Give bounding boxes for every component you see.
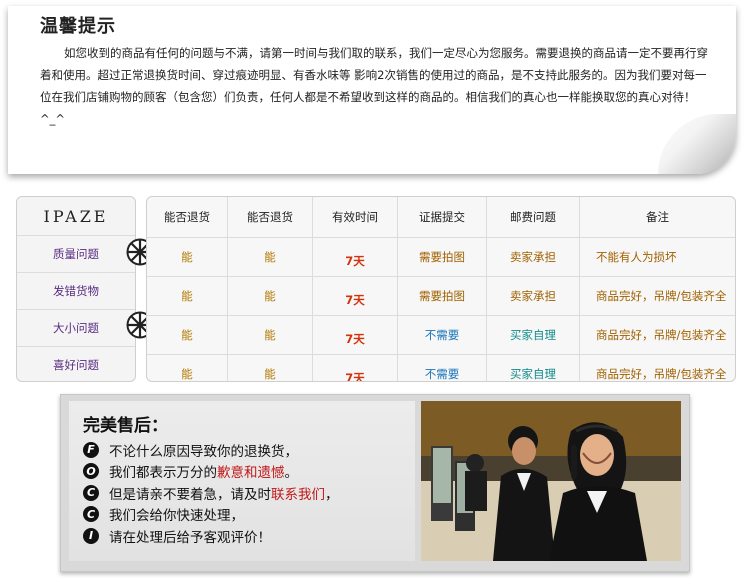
table-cell: 不需要 [397,315,487,355]
contact-us-link[interactable]: 联系我们 [271,483,325,503]
table-header-row: 能否退货 能否退货 有效时间 证据提交 邮费问题 备注 [147,197,735,238]
table-cell: 不能有人为损坏 [579,237,735,277]
table-cell: 卖家承担 [486,237,580,277]
list-item: I 请在处理后给予客观评价！ [83,525,339,547]
table-cell: 不需要 [397,354,487,381]
column-header: 能否退货 [227,197,313,238]
table-row: 能 能 7天 不需要 买家自理 商品完好，吊牌/包装齐全 [147,354,735,382]
after-sales-banner: 完美售后： F 不论什么原因导致你的退换货， O 我们都表示万分的 歉意和遗憾 … [60,394,690,572]
list-item-text: 不论什么原因导致你的退换货， [109,443,298,460]
table-cell: 买家自理 [486,315,580,355]
after-sales-list: F 不论什么原因导致你的退换货， O 我们都表示万分的 歉意和遗憾 。 C 但是… [83,439,339,547]
customer-service-photo [421,401,681,561]
list-item: O 我们都表示万分的 歉意和遗憾 。 [83,461,339,483]
list-item: C 但是请亲不要着急，请及时 联系我们 ， [83,482,339,504]
valid-period: 7天 [345,254,365,268]
list-item: F 不论什么原因导致你的退换货， [83,439,339,461]
column-header: 邮费问题 [486,197,580,238]
after-sales-text-panel: 完美售后： F 不论什么原因导致你的退换货， O 我们都表示万分的 歉意和遗憾 … [69,401,415,561]
valid-period: 7天 [345,293,365,307]
table-cell: 能 [147,354,228,381]
table-cell: 能 [227,276,313,316]
table-row: 能 能 7天 需要拍图 卖家承担 不能有人为损坏 [147,237,735,277]
table-cell: 能 [147,237,228,277]
table-cell: 商品完好，吊牌/包装齐全 [596,367,727,381]
issue-label-quality: 质量问题 [17,236,135,273]
list-item-text-end: 。 [284,465,299,482]
table-cell: 需要拍图 [397,276,487,316]
column-header: 有效时间 [312,197,398,238]
notice-body: 如您收到的商品有任何的问题与不满，请第一时间与我们取的联系，我们一定尽心为您服务… [40,46,708,126]
table-cell: 7天 [312,237,398,277]
valid-period: 7天 [345,371,365,382]
letter-badge-icon: C [83,506,99,523]
column-header: 证据提交 [397,197,487,238]
list-item-text: 但是请亲不要着急，请及时 [109,486,271,503]
highlight-text: 歉意和遗憾 [217,465,285,482]
issue-type-column: IPAZE 质量问题 发错货物 大小问题 喜好问题 [16,196,136,382]
list-item: C 我们会给你快速处理， [83,504,339,526]
table-row: 能 能 7天 需要拍图 卖家承担 商品完好，吊牌/包装齐全 [147,276,735,316]
after-sales-title: 完美售后： [83,416,168,436]
issue-label-wrong-item: 发错货物 [17,273,135,310]
letter-badge-icon: C [83,484,99,501]
table-cell: 商品完好，吊牌/包装齐全 [579,276,735,316]
table-cell: 7天 [312,315,398,355]
valid-period: 7天 [345,332,365,346]
table-cell: 能 [227,315,313,355]
notice-card: 温馨提示 如您收到的商品有任何的问题与不满，请第一时间与我们取的联系，我们一定尽… [8,6,736,174]
table-cell: 能 [227,354,313,381]
table-row: 能 能 7天 不需要 买家自理 商品完好，吊牌/包装齐全 [147,315,735,355]
table-cell: 7天 [312,354,398,382]
list-item-text: 我们会给你快速处理， [109,508,244,525]
return-policy-table: 能否退货 能否退货 有效时间 证据提交 邮费问题 备注 能 能 7天 需要拍图 … [146,196,736,382]
issue-label-size: 大小问题 [17,310,135,347]
issue-label-preference: 喜好问题 [53,358,99,372]
list-item-text-end: ， [325,486,339,503]
list-item-text: 请在处理后给予客观评价！ [109,529,271,546]
table-cell: 卖家承担 [486,276,580,316]
table-cell: 能 [147,315,228,355]
table-cell: 能 [147,276,228,316]
letter-badge-icon: F [83,441,99,458]
brand-label: IPAZE [17,197,135,236]
letter-badge-icon: I [83,527,99,544]
customer-service-illustration [421,401,681,561]
notice-title: 温馨提示 [40,16,116,37]
table-cell: 能 [227,237,313,277]
letter-badge-icon: O [83,463,99,480]
column-header: 能否退货 [147,197,228,238]
table-cell: 商品完好，吊牌/包装齐全 [579,315,735,355]
list-item-text: 我们都表示万分的 [109,465,217,482]
table-cell: 7天 [312,276,398,316]
table-cell: 需要拍图 [397,237,487,277]
table-cell: 买家自理 [486,354,580,381]
column-header: 备注 [579,197,735,238]
